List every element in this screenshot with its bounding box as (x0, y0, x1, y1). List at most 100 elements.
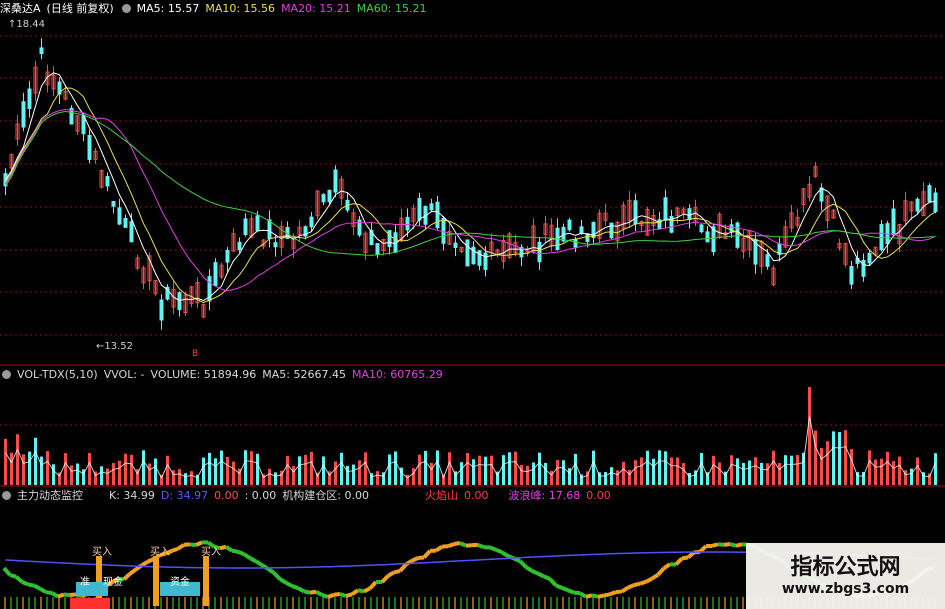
volume-bar (814, 430, 817, 485)
k-wave-segment (339, 592, 347, 598)
candle-body (387, 230, 392, 248)
volume-bar (46, 451, 49, 485)
chart-canvas[interactable] (0, 0, 945, 609)
k-wave-segment (585, 593, 593, 599)
k-wave-segment (285, 580, 293, 588)
k-wave-segment (297, 586, 305, 594)
k-wave-segment (189, 542, 197, 548)
monitor-bar (52, 597, 54, 609)
candle-body (699, 224, 704, 233)
k-wave-segment (303, 589, 311, 595)
monitor-bar (310, 597, 312, 609)
candle-body (225, 249, 230, 263)
k-wave-segment (524, 565, 534, 573)
volume-bar (550, 470, 553, 485)
k-wave-segment (645, 576, 653, 584)
volume-bar (526, 465, 529, 485)
monitor-bar (22, 597, 24, 609)
candle-body (375, 243, 380, 255)
settings-icon[interactable] (2, 491, 11, 500)
k-wave-segment (357, 588, 365, 594)
monitor-bar (682, 597, 684, 609)
k-wave-segment (477, 543, 485, 550)
volume-bar (874, 459, 877, 485)
volume-bar (664, 451, 667, 485)
volume-bar (850, 449, 853, 485)
volume-bar (130, 454, 133, 485)
volume-bar (832, 431, 835, 485)
monitor-bar (250, 597, 252, 609)
volume-bar (700, 452, 703, 485)
monitor-bar (718, 597, 720, 609)
volume-bar (622, 461, 625, 485)
monitor-bar (316, 597, 318, 609)
volume-bar (298, 456, 301, 485)
volume-bar (514, 451, 517, 485)
monitor-bar (700, 597, 702, 609)
settings-icon[interactable] (121, 4, 131, 13)
candle-body (657, 219, 662, 229)
volume-bar (52, 464, 55, 485)
monitor-bar (502, 597, 504, 609)
monitor-bar (412, 597, 414, 609)
monitor-bar (574, 597, 576, 609)
monitor-bar (262, 597, 264, 609)
volume-bar (718, 462, 721, 485)
monitor-bar (460, 597, 462, 609)
monitor-bar (406, 597, 408, 609)
ma5-line (5, 72, 936, 302)
volume-bar (28, 451, 31, 485)
monitor-bar (346, 597, 348, 609)
k-wave-segment (561, 586, 569, 593)
monitor-bar (568, 597, 570, 609)
volume-bar (190, 471, 193, 485)
volume-bar (556, 460, 559, 485)
monitor-bar (514, 597, 516, 609)
k-wave-segment (681, 555, 689, 561)
monitor-bar (160, 597, 162, 609)
monitor-bar (670, 597, 672, 609)
ma20-label: MA20: 15.21 (281, 2, 351, 15)
monitor-bar (148, 597, 150, 609)
monitor-bar (268, 597, 270, 609)
monitor-bar (724, 597, 726, 609)
volume-bar (868, 450, 871, 485)
volume-ma10-label: MA10: 60765.29 (351, 368, 443, 381)
k-wave-segment (38, 586, 48, 594)
monitor-bar (118, 597, 120, 609)
k-wave-segment (333, 592, 341, 597)
k-wave-segment (2, 566, 12, 577)
volume-bar (40, 456, 43, 485)
volume-bar (286, 456, 289, 485)
monitor-bar (478, 597, 480, 609)
monitor-bar (10, 597, 12, 609)
volume-bar (4, 438, 7, 485)
volume-bar (424, 450, 427, 485)
volume-ma5-label: MA5: 52667.45 (262, 368, 346, 381)
monitor-bar (256, 597, 258, 609)
ma10-label: MA10: 15.56 (205, 2, 276, 15)
monitor-bar (382, 597, 384, 609)
volume-bar (364, 452, 367, 485)
monitor-bar (532, 597, 534, 609)
candle-body (333, 169, 338, 193)
candle-body (765, 254, 770, 267)
volume-bar (88, 452, 91, 485)
monitor-bar (112, 597, 114, 609)
candle-body (39, 47, 44, 55)
monitor-bar (244, 597, 246, 609)
k-wave-segment (278, 577, 288, 585)
monitor-bar (370, 597, 372, 609)
k-wave-segment (380, 574, 390, 584)
monitor-title: 主力动态监控 (17, 489, 83, 502)
volume-bar (388, 454, 391, 485)
k-wave-segment (453, 541, 461, 547)
k-wave-segment (662, 562, 672, 570)
k-wave-segment (45, 590, 53, 595)
d-label: D: 34.97 (160, 489, 209, 502)
volume-bar (214, 458, 217, 485)
monitor-bar (394, 597, 396, 609)
k-wave-segment (50, 591, 60, 599)
settings-icon[interactable] (2, 370, 11, 379)
volume-bar (124, 453, 127, 485)
